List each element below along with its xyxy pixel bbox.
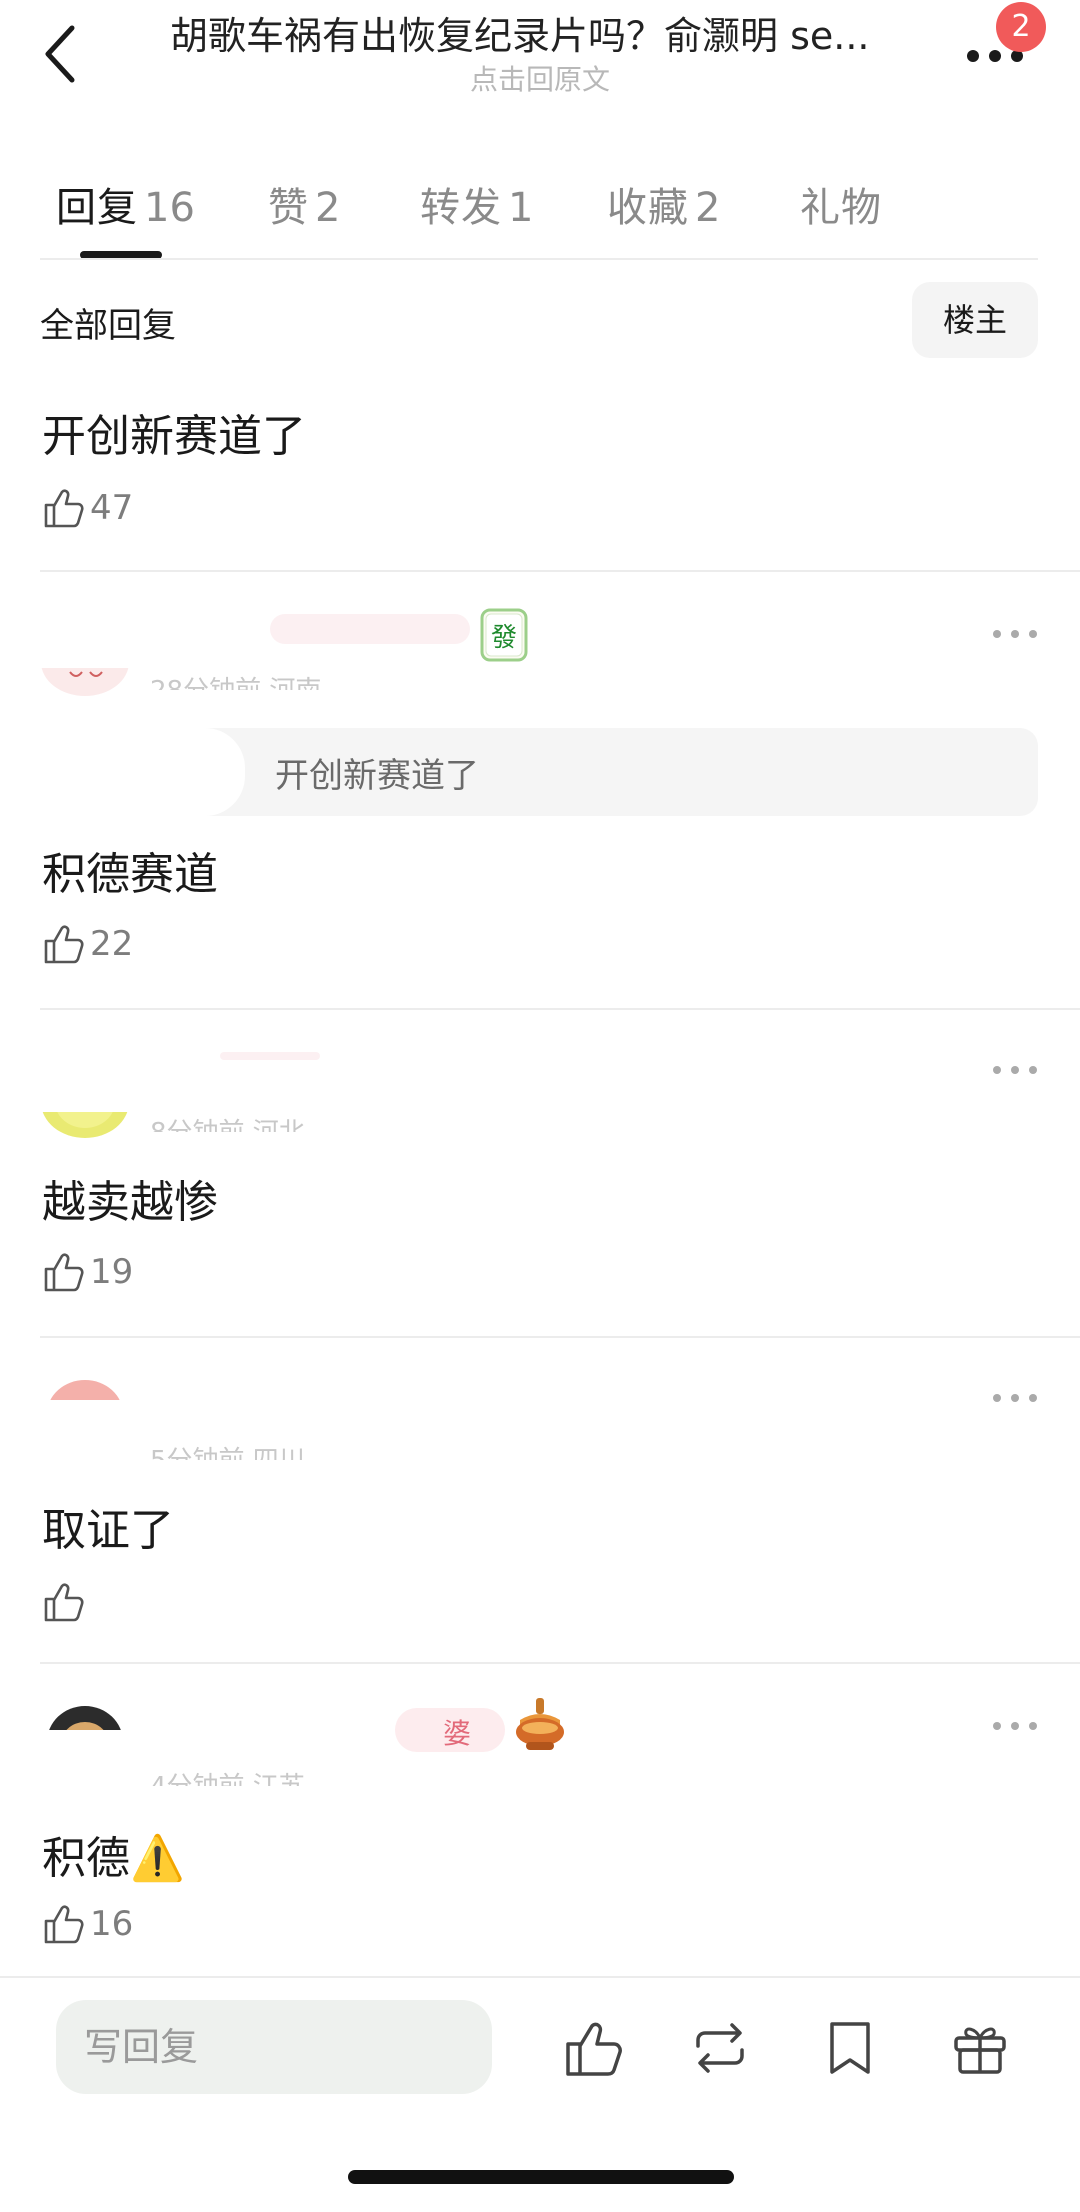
like-button[interactable]: 47 bbox=[42, 482, 133, 534]
tab-replies[interactable]: 回复 16 bbox=[56, 175, 195, 233]
like-count: 47 bbox=[90, 488, 134, 528]
section-title: 全部回复 bbox=[40, 306, 176, 346]
tab-count: 16 bbox=[144, 185, 195, 231]
comment-text: 取证了 bbox=[42, 1505, 174, 1556]
thumbs-up-icon bbox=[44, 489, 84, 528]
like-button[interactable]: 16 bbox=[42, 1898, 133, 1950]
thumbs-up-icon bbox=[44, 1253, 84, 1292]
tab-count: 1 bbox=[508, 185, 534, 231]
owner-filter-button[interactable]: 楼主 bbox=[912, 282, 1038, 358]
comment-meta: 5分钟前 四川 bbox=[150, 1440, 305, 1460]
tab-favorites[interactable]: 收藏 2 bbox=[607, 175, 720, 233]
warning-emoji: ⚠️ bbox=[130, 1833, 185, 1884]
like-button[interactable] bbox=[42, 1576, 90, 1628]
divider bbox=[40, 1008, 1080, 1010]
tab-count: 2 bbox=[315, 185, 341, 231]
divider bbox=[40, 1336, 1080, 1338]
tab-gifts[interactable]: 礼物 bbox=[800, 175, 882, 233]
tab-label: 礼物 bbox=[800, 185, 882, 231]
hotpot-icon bbox=[510, 1696, 570, 1760]
bookmark-icon[interactable] bbox=[818, 2016, 882, 2080]
notification-badge: 2 bbox=[996, 2, 1046, 52]
divider bbox=[40, 258, 1038, 260]
comment-meta: 28分钟前 河南 bbox=[150, 670, 321, 690]
more-options-icon[interactable] bbox=[990, 624, 1040, 644]
like-count: 16 bbox=[90, 1904, 134, 1944]
avatar[interactable] bbox=[40, 1112, 130, 1142]
tab-bar: 回复 16 赞2 转发 1 收藏 2 礼物 bbox=[0, 165, 1080, 260]
username-redacted bbox=[220, 1052, 320, 1060]
tab-likes[interactable]: 赞2 bbox=[268, 175, 340, 233]
tab-label: 收藏 bbox=[607, 185, 689, 231]
tab-label: 赞 bbox=[268, 185, 309, 231]
comment-text: 开创新赛道了 bbox=[42, 411, 306, 462]
thumbs-up-icon[interactable] bbox=[562, 2016, 626, 2080]
svg-text:發: 發 bbox=[491, 623, 517, 653]
tab-label: 转发 bbox=[420, 185, 502, 231]
quote-text: 开创新赛道了 bbox=[275, 756, 479, 796]
comment-text: 积德⚠️ bbox=[42, 1822, 185, 1886]
thumbs-up-icon bbox=[44, 925, 84, 964]
more-options-icon[interactable] bbox=[990, 1716, 1040, 1736]
page-title: 胡歌车祸有出恢复纪录片吗？俞灏明 se... bbox=[170, 14, 870, 58]
comment-meta: 4分钟前 江苏 bbox=[150, 1766, 305, 1786]
avatar[interactable] bbox=[40, 1704, 130, 1730]
name-tag-text: 婆 bbox=[443, 1717, 472, 1750]
comment-text: 积德赛道 bbox=[42, 849, 218, 900]
name-tag: 婆 bbox=[395, 1708, 505, 1752]
divider bbox=[0, 1976, 1080, 1978]
thumbs-up-icon bbox=[44, 1583, 84, 1622]
more-options-icon[interactable] bbox=[990, 1388, 1040, 1408]
avatar[interactable] bbox=[40, 668, 130, 698]
comment-text: 越卖越惨 bbox=[42, 1177, 218, 1228]
tab-count: 2 bbox=[695, 185, 721, 231]
like-button[interactable]: 22 bbox=[42, 918, 133, 970]
avatar[interactable] bbox=[40, 1378, 130, 1400]
comment-text-body: 积德 bbox=[42, 1833, 130, 1884]
quoted-reply: 开创新赛道了 bbox=[40, 728, 1038, 816]
top-nav-bar: 胡歌车祸有出恢复纪录片吗？俞灏明 se... 点击回原文 2 bbox=[0, 0, 1080, 120]
tab-label: 回复 bbox=[56, 185, 138, 231]
tab-reposts[interactable]: 转发 1 bbox=[420, 175, 533, 233]
home-indicator bbox=[348, 2170, 734, 2184]
gift-icon[interactable] bbox=[948, 2016, 1012, 2080]
username-redacted bbox=[270, 614, 470, 644]
repost-icon[interactable] bbox=[688, 2016, 752, 2080]
quote-redacted bbox=[40, 728, 245, 816]
mahjong-fa-icon: 發 bbox=[480, 608, 532, 668]
thumbs-up-icon bbox=[44, 1905, 84, 1944]
reply-input[interactable]: 写回复 bbox=[56, 2000, 492, 2094]
like-count: 19 bbox=[90, 1252, 134, 1292]
divider bbox=[40, 1662, 1080, 1664]
like-button[interactable]: 19 bbox=[42, 1246, 133, 1298]
divider bbox=[40, 570, 1080, 572]
back-to-original-link[interactable]: 点击回原文 bbox=[0, 58, 1080, 98]
like-count: 22 bbox=[90, 924, 134, 964]
more-options-icon[interactable] bbox=[990, 1060, 1040, 1080]
comment-meta: 8分钟前 河北 bbox=[150, 1112, 305, 1132]
